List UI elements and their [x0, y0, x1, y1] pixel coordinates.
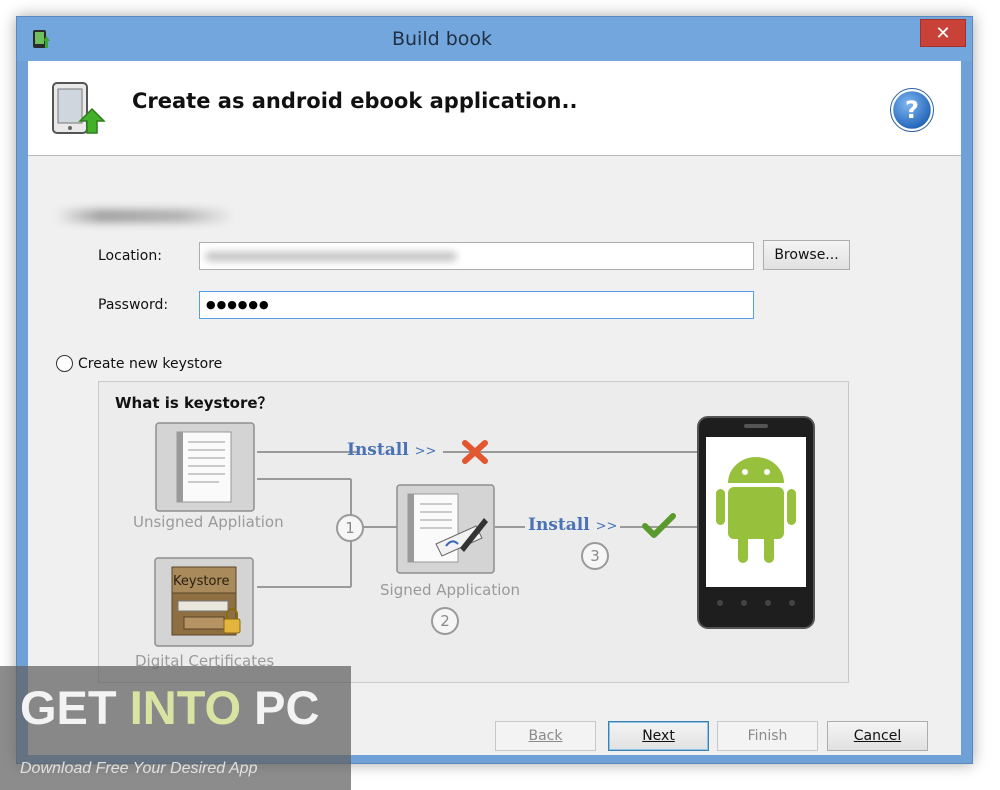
browse-button[interactable]: Browse...: [763, 240, 850, 270]
reject-x-icon: [462, 440, 488, 464]
location-label: Location:: [98, 248, 162, 264]
wizard-header: Create as android ebook application.. ?: [28, 61, 961, 156]
close-icon: ✕: [935, 23, 951, 44]
password-field[interactable]: ●●●●●●: [199, 291, 754, 319]
keystore-box-label: Keystore: [173, 574, 230, 589]
dialog-body: Create as android ebook application.. ? …: [28, 61, 961, 755]
page-title: Create as android ebook application..: [132, 89, 578, 113]
install-signed-label: Install >>: [528, 515, 618, 535]
create-keystore-label[interactable]: Create new keystore: [78, 356, 222, 372]
android-phone-icon: [697, 416, 815, 629]
step-1-badge: 1: [336, 514, 364, 542]
unsigned-application-label: Unsigned Appliation: [133, 513, 284, 531]
location-field[interactable]: [199, 242, 754, 270]
signed-document-icon: [396, 484, 495, 574]
android-device-upload-icon: [52, 82, 106, 134]
window-title: Build book: [391, 28, 493, 50]
keystore-diagram-panel: What is keystore？ Unsigned Appliation Ke…: [98, 381, 849, 683]
cancel-button[interactable]: Cancel: [827, 721, 928, 751]
build-book-window: Build book ✕ Create as android ebook app…: [16, 16, 973, 764]
back-button[interactable]: Back: [495, 721, 596, 751]
signed-application-label: Signed Application: [380, 581, 521, 599]
install-direct-label: Install >>: [347, 440, 437, 460]
next-button[interactable]: Next: [608, 721, 709, 751]
finish-button[interactable]: Finish: [717, 721, 818, 751]
watermark-logo-text: GET INTO PC: [20, 681, 320, 734]
watermark-banner: GET INTO PC Download Free Your Desired A…: [0, 666, 351, 790]
blurred-option: [56, 209, 234, 223]
svg-text:?: ?: [905, 96, 919, 124]
accept-check-icon: [642, 513, 676, 538]
title-bar[interactable]: Build book ✕: [17, 17, 972, 61]
unsigned-document-icon: [155, 422, 255, 512]
keystore-cabinet-icon: [154, 557, 254, 647]
step-2-badge: 2: [431, 607, 459, 635]
help-icon[interactable]: ?: [890, 88, 934, 132]
password-label: Password:: [98, 297, 169, 313]
step-3-badge: 3: [581, 542, 609, 570]
close-button[interactable]: ✕: [920, 19, 966, 47]
watermark-tagline: Download Free Your Desired App: [20, 760, 258, 777]
create-keystore-radio[interactable]: [56, 355, 73, 372]
